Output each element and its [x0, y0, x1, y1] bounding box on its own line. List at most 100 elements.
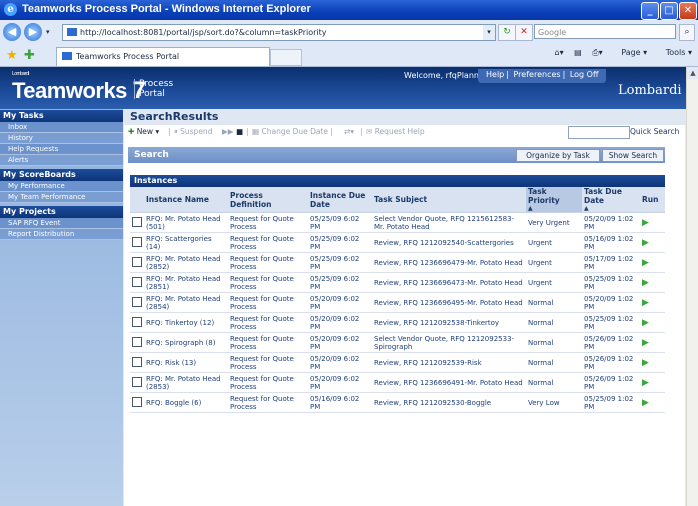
- quick-search-link[interactable]: Quick Search: [630, 127, 679, 136]
- home-icon[interactable]: ⌂▾: [555, 48, 564, 57]
- row-checkbox[interactable]: [132, 396, 142, 407]
- cell-task-subject[interactable]: Select Vendor Quote, RFQ 1212092533-Spir…: [372, 332, 526, 353]
- reassign-icon[interactable]: ⇄▾: [344, 127, 354, 136]
- table-row[interactable]: RFQ: Mr. Potato Head (2851) Request for Q…: [130, 272, 665, 293]
- request-help-button[interactable]: ✉ Request Help: [366, 127, 425, 136]
- minimize-button[interactable]: _: [641, 2, 659, 20]
- row-select-cell[interactable]: [130, 272, 144, 293]
- address-dropdown-icon[interactable]: ▾: [483, 25, 495, 40]
- feeds-icon[interactable]: ▤: [574, 48, 582, 57]
- table-row[interactable]: RFQ: Mr. Potato Head (2852) Request for Q…: [130, 252, 665, 273]
- address-field[interactable]: http://localhost:8081/portal/jsp/sort.do…: [62, 24, 496, 41]
- refresh-icon[interactable]: ↻: [498, 24, 516, 41]
- change-due-date-button[interactable]: ▦ Change Due Date |: [252, 127, 333, 136]
- row-checkbox[interactable]: [132, 336, 142, 347]
- tools-menu[interactable]: Tools ▾: [658, 48, 692, 57]
- cell-instance-name[interactable]: RFQ: Mr. Potato Head (501): [144, 212, 228, 233]
- cell-run[interactable]: ▶: [640, 212, 665, 233]
- cell-instance-name[interactable]: RFQ: Mr. Potato Head (2854): [144, 292, 228, 313]
- row-checkbox[interactable]: [132, 236, 142, 247]
- row-select-cell[interactable]: [130, 372, 144, 393]
- sidebar-item-history[interactable]: History: [0, 133, 123, 144]
- row-checkbox[interactable]: [132, 216, 142, 227]
- cell-run[interactable]: ▶: [640, 352, 665, 373]
- cell-task-subject[interactable]: Review, RFQ 1212092538-Tinkertoy: [372, 312, 526, 333]
- cell-task-subject[interactable]: Select Vendor Quote, RFQ 1215612583-Mr. …: [372, 212, 526, 233]
- forward-button[interactable]: ▶: [24, 23, 42, 41]
- cell-task-subject[interactable]: Review, RFQ 1212092540-Scattergories: [372, 232, 526, 253]
- sidebar-item-sap-rfq[interactable]: SAP RFQ Event: [0, 218, 123, 229]
- run-icon[interactable]: ▶: [642, 298, 649, 308]
- vertical-scrollbar[interactable]: ▲: [686, 67, 698, 506]
- new-tab-button[interactable]: [270, 49, 302, 66]
- search-go-icon[interactable]: ⌕: [679, 24, 695, 41]
- add-favorite-icon[interactable]: ✚: [24, 48, 35, 63]
- run-icon[interactable]: ▶: [642, 278, 649, 288]
- stop-square-icon[interactable]: ■: [236, 127, 243, 136]
- sidebar-item-my-performance[interactable]: My Performance: [0, 181, 123, 192]
- cell-run[interactable]: ▶: [640, 252, 665, 273]
- cell-run[interactable]: ▶: [640, 312, 665, 333]
- cell-task-subject[interactable]: Review, RFQ 1236696495-Mr. Potato Head: [372, 292, 526, 313]
- sidebar-item-report-distribution[interactable]: Report Distribution: [0, 229, 123, 240]
- run-icon[interactable]: ▶: [642, 318, 649, 328]
- cell-instance-name[interactable]: RFQ: Mr. Potato Head (2853): [144, 372, 228, 393]
- back-button[interactable]: ◀: [3, 23, 21, 41]
- cell-task-subject[interactable]: Review, RFQ 1236696491-Mr. Potato Head: [372, 372, 526, 393]
- cell-task-subject[interactable]: Review, RFQ 1212092530-Boggle: [372, 392, 526, 413]
- cell-run[interactable]: ▶: [640, 332, 665, 353]
- run-icon[interactable]: ▶: [642, 358, 649, 368]
- row-select-cell[interactable]: [130, 292, 144, 313]
- cell-run[interactable]: ▶: [640, 372, 665, 393]
- table-row[interactable]: RFQ: Risk (13) Request for Quote Process 0…: [130, 352, 665, 373]
- new-button[interactable]: ✚ New ▾: [128, 127, 159, 136]
- close-button[interactable]: ✕: [679, 2, 697, 20]
- maximize-button[interactable]: □: [660, 2, 678, 20]
- row-checkbox[interactable]: [132, 356, 142, 367]
- organize-by-task-button[interactable]: Organize by Task: [516, 149, 600, 162]
- run-icon[interactable]: ▶: [642, 218, 649, 228]
- sidebar-section-my-projects[interactable]: My Projects: [0, 206, 123, 218]
- scroll-up-icon[interactable]: ▲: [687, 67, 698, 79]
- col-process-definition[interactable]: Process Definition: [228, 187, 308, 213]
- tab-teamworks[interactable]: Teamworks Process Portal: [56, 47, 270, 66]
- row-checkbox[interactable]: [132, 316, 142, 327]
- sidebar-item-team-performance[interactable]: My Team Performance: [0, 192, 123, 203]
- row-select-cell[interactable]: [130, 212, 144, 233]
- cell-instance-name[interactable]: RFQ: Risk (13): [144, 352, 228, 373]
- cell-task-subject[interactable]: Review, RFQ 1236696473-Mr. Potato Head: [372, 272, 526, 293]
- col-instance-name[interactable]: Instance Name: [144, 187, 228, 213]
- row-checkbox[interactable]: [132, 276, 142, 287]
- preferences-link[interactable]: Preferences: [514, 70, 561, 79]
- cell-instance-name[interactable]: RFQ: Tinkertoy (12): [144, 312, 228, 333]
- row-select-cell[interactable]: [130, 352, 144, 373]
- cell-instance-name[interactable]: RFQ: Mr. Potato Head (2852): [144, 252, 228, 273]
- show-search-button[interactable]: Show Search: [602, 149, 664, 162]
- run-icon[interactable]: ▶: [642, 398, 649, 408]
- col-task-subject[interactable]: Task Subject: [372, 187, 526, 213]
- cell-run[interactable]: ▶: [640, 392, 665, 413]
- cell-instance-name[interactable]: RFQ: Spirograph (8): [144, 332, 228, 353]
- history-dropdown-icon[interactable]: ▾: [46, 28, 50, 36]
- col-instance-due-date[interactable]: Instance Due Date: [308, 187, 372, 213]
- favorites-star-icon[interactable]: ★: [6, 48, 18, 63]
- stop-icon[interactable]: ✕: [515, 24, 533, 41]
- sidebar-section-my-tasks[interactable]: My Tasks: [0, 110, 123, 122]
- table-row[interactable]: RFQ: Mr. Potato Head (2854) Request for Q…: [130, 292, 665, 313]
- table-row[interactable]: RFQ: Tinkertoy (12) Request for Quote Pro…: [130, 312, 665, 333]
- logoff-link[interactable]: Log Off: [570, 70, 599, 79]
- cell-task-subject[interactable]: Review, RFQ 1212092539-Risk: [372, 352, 526, 373]
- run-icon[interactable]: ▶: [642, 378, 649, 388]
- col-task-priority[interactable]: Task Priority ▲: [526, 187, 582, 213]
- row-select-cell[interactable]: [130, 312, 144, 333]
- run-icon[interactable]: ▶: [642, 258, 649, 268]
- col-task-due-date[interactable]: Task Due Date ▲: [582, 187, 640, 213]
- search-input[interactable]: Google: [534, 24, 676, 39]
- sidebar-item-inbox[interactable]: Inbox: [0, 122, 123, 133]
- run-icon[interactable]: ▶: [642, 338, 649, 348]
- cell-task-subject[interactable]: Review, RFQ 1236696479-Mr. Potato Head: [372, 252, 526, 273]
- table-row[interactable]: RFQ: Boggle (6) Request for Quote Process…: [130, 392, 665, 413]
- row-checkbox[interactable]: [132, 376, 142, 387]
- table-row[interactable]: RFQ: Scattergories (14) Request for Quote…: [130, 232, 665, 253]
- page-menu[interactable]: Page ▾: [613, 48, 647, 57]
